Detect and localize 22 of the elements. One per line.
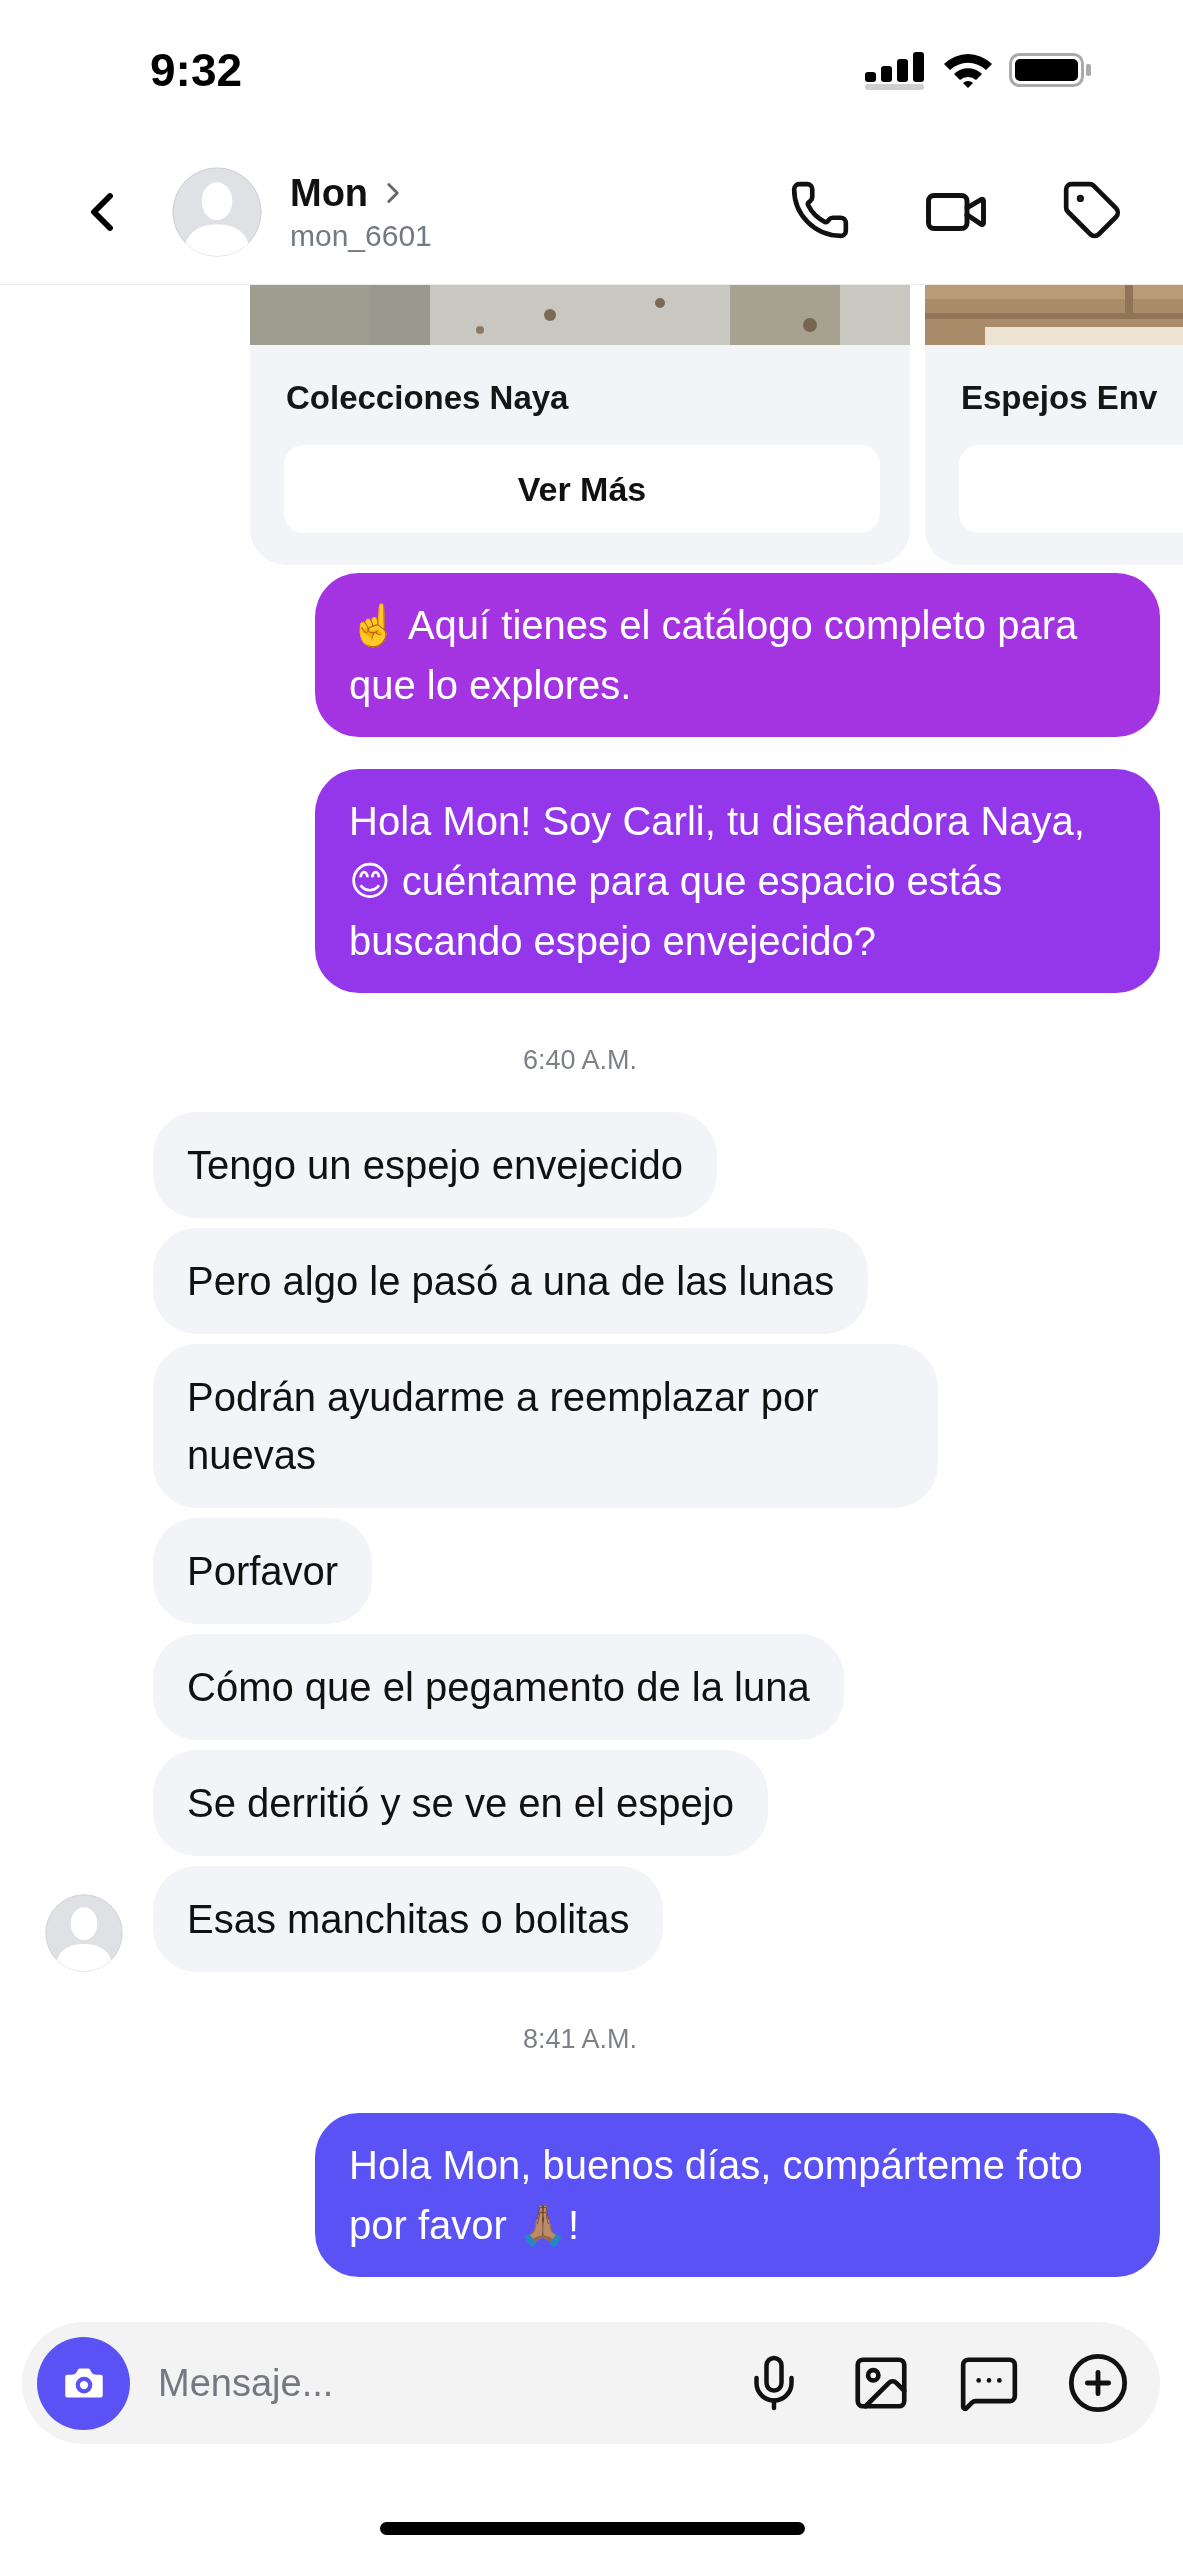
received-message: Pero algo le pasó a una de las lunas xyxy=(153,1228,869,1334)
received-message: Se derritió y se ve en el espejo xyxy=(153,1750,768,1856)
battery-icon xyxy=(1009,50,1093,90)
message-timestamp: 6:40 A.M. xyxy=(522,1045,638,1076)
message-timestamp: 8:41 A.M. xyxy=(522,2024,638,2055)
received-message: Tengo un espejo envejecido xyxy=(153,1112,717,1218)
card-title: Espejos Env xyxy=(961,379,1159,417)
signal-icon xyxy=(865,50,927,90)
sent-message: Hola Mon, buenos días, compárteme foto por favor 🙏🏽! xyxy=(315,2113,1160,2277)
sent-message: ☝ Aquí tienes el catálogo completo para que lo explores. xyxy=(315,573,1160,737)
contact-name[interactable]: Mon xyxy=(290,171,369,215)
received-message: Esas manchitas o bolitas xyxy=(153,1866,664,1972)
contact-username: mon_6601 xyxy=(290,218,433,253)
received-message: Porfavor xyxy=(153,1518,373,1624)
card-title: Colecciones Naya xyxy=(286,379,570,417)
message-input[interactable]: Mensaje... xyxy=(156,2360,744,2406)
card-button[interactable]: Ver Más xyxy=(284,445,880,533)
status-time: 9:32 xyxy=(150,43,243,97)
received-message: Podrán ayudarme a reemplazar por nuevas xyxy=(153,1344,938,1508)
add-button[interactable] xyxy=(1066,2351,1130,2415)
received-message: Cómo que el pegamento de la luna xyxy=(153,1634,844,1740)
sent-message: Hola Mon! Soy Carli, tu diseñadora Naya, 😊 cuéntame para que espacio estás buscando espejo envejecido? xyxy=(315,769,1160,993)
